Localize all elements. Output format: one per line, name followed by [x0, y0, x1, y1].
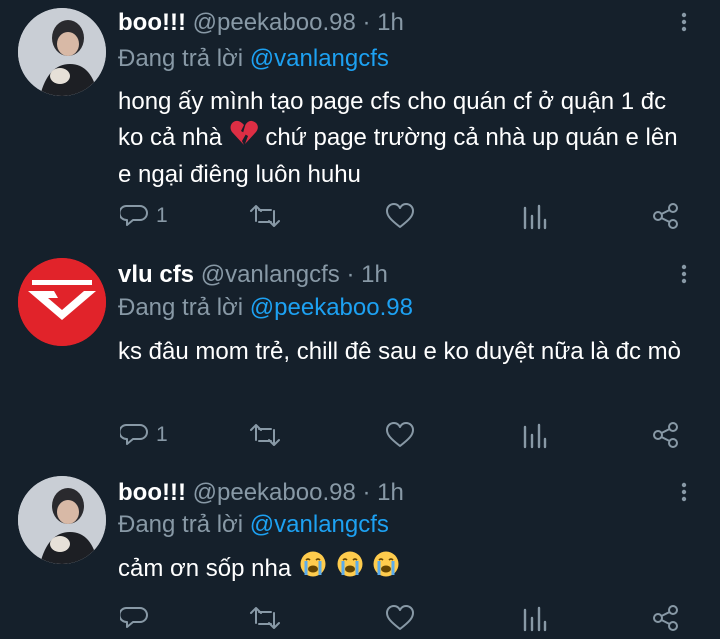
tweet-text-content: cảm ơn sốp nha: [118, 554, 292, 582]
reply-to-handle[interactable]: @vanlangcfs: [250, 45, 389, 72]
reply-button[interactable]: [120, 601, 156, 635]
analytics-button[interactable]: [522, 418, 548, 452]
reply-count: 1: [156, 423, 168, 446]
reply-button[interactable]: 1: [120, 418, 168, 452]
display-name[interactable]: boo!!!: [118, 9, 186, 36]
tweet-text: ks đâu mom trẻ, chill đê sau e ko duyệt …: [118, 338, 682, 365]
more-icon[interactable]: [674, 264, 694, 284]
like-icon: [386, 605, 414, 630]
share-button[interactable]: [652, 601, 680, 635]
user-photo-avatar[interactable]: [18, 476, 106, 564]
share-button[interactable]: [652, 418, 680, 452]
analytics-icon: [523, 606, 547, 632]
crying-face-icon: [299, 550, 327, 589]
tweet-actions: 1: [0, 418, 720, 452]
analytics-icon: [523, 423, 547, 449]
like-button[interactable]: [385, 601, 415, 635]
like-icon: [386, 203, 414, 228]
retweet-button[interactable]: [249, 199, 281, 233]
reply-prefix: Đang trả lời: [118, 45, 244, 72]
tweet-2[interactable]: vlu cfs @vanlangcfs · 1h Đang trả lời @p…: [0, 250, 720, 468]
crying-face-icon: [336, 550, 364, 589]
tweet-text: cảm ơn sốp nha: [118, 550, 693, 589]
reply-button[interactable]: 1: [120, 199, 168, 233]
handle-and-time[interactable]: @peekaboo.98 · 1h: [193, 479, 404, 506]
tweet-3[interactable]: boo!!! @peekaboo.98 · 1h Đang trả lời @v…: [0, 468, 720, 639]
reply-icon: [120, 607, 148, 628]
analytics-icon: [523, 204, 547, 230]
reply-prefix: Đang trả lời: [118, 294, 244, 321]
analytics-button[interactable]: [522, 199, 548, 233]
retweet-icon: [250, 607, 280, 629]
like-button[interactable]: [385, 199, 415, 233]
more-icon[interactable]: [674, 12, 694, 32]
display-name[interactable]: boo!!!: [118, 479, 186, 506]
retweet-button[interactable]: [249, 601, 281, 635]
tweet-actions: [0, 601, 720, 635]
display-name[interactable]: vlu cfs: [118, 261, 194, 288]
reply-prefix: Đang trả lời: [118, 511, 244, 538]
user-photo-avatar[interactable]: [18, 8, 106, 96]
tweet-text: hong ấy mình tạo page cfs cho quán cf ở …: [118, 84, 693, 193]
crying-face-icon: [372, 550, 400, 589]
more-icon[interactable]: [674, 482, 694, 502]
handle-and-time[interactable]: @vanlangcfs · 1h: [201, 261, 388, 288]
handle-and-time[interactable]: @peekaboo.98 · 1h: [193, 9, 404, 36]
vlu-logo-avatar[interactable]: [18, 258, 106, 346]
share-icon: [653, 605, 678, 631]
like-button[interactable]: [385, 418, 415, 452]
retweet-icon: [250, 205, 280, 227]
tweet-1[interactable]: boo!!! @peekaboo.98 · 1h Đang trả lời @v…: [0, 0, 720, 250]
share-icon: [653, 203, 678, 229]
reply-to-handle[interactable]: @vanlangcfs: [250, 511, 389, 538]
reply-count: 1: [156, 204, 168, 227]
analytics-button[interactable]: [522, 601, 548, 635]
like-icon: [386, 422, 414, 447]
retweet-icon: [250, 424, 280, 446]
broken-heart-icon: [230, 120, 258, 157]
tweet-actions: 1: [0, 199, 720, 233]
retweet-button[interactable]: [249, 418, 281, 452]
share-icon: [653, 422, 678, 448]
share-button[interactable]: [652, 199, 680, 233]
reply-to-handle[interactable]: @peekaboo.98: [250, 294, 413, 321]
reply-icon: [120, 424, 148, 445]
reply-icon: [120, 205, 148, 226]
